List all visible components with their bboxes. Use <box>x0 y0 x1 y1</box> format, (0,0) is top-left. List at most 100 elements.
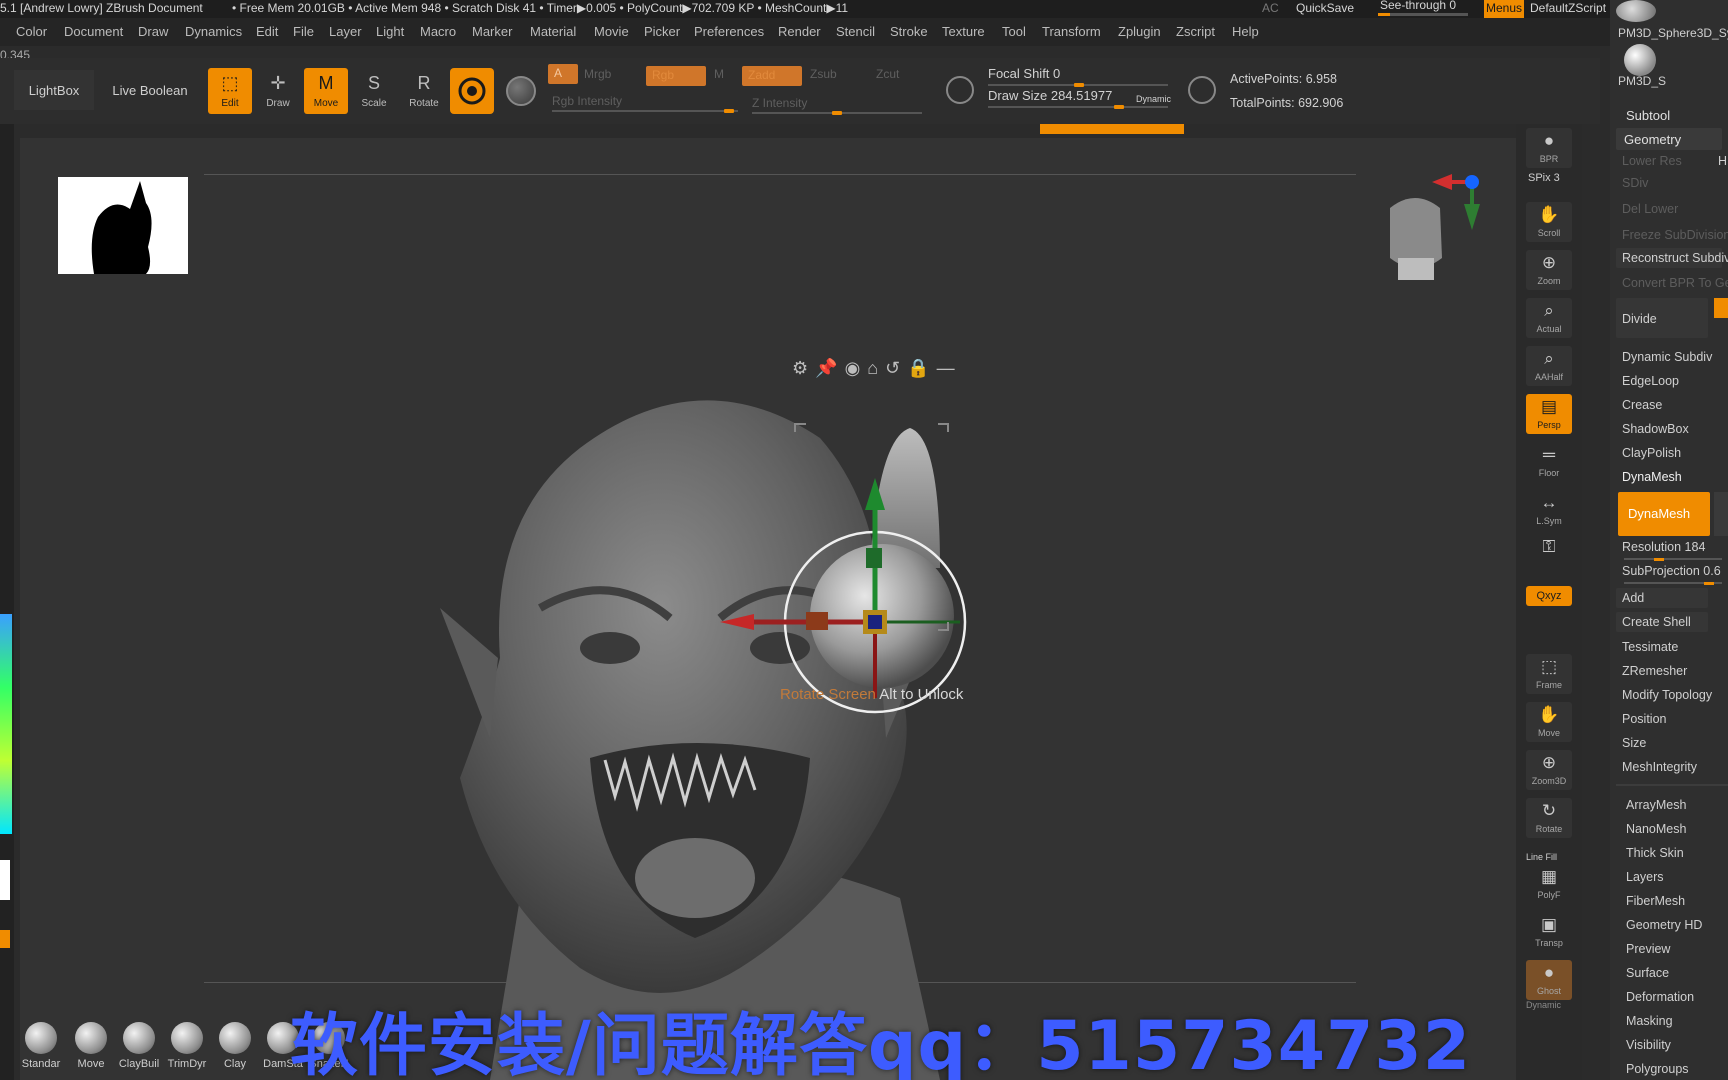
dynamesh-button[interactable]: DynaMesh <box>1618 492 1710 536</box>
dynamic-subdiv-button[interactable]: Dynamic Subdiv <box>1622 350 1712 364</box>
menu-movie[interactable]: Movie <box>594 24 629 39</box>
create-shell-button[interactable]: Create Shell <box>1622 615 1691 629</box>
gizmo-marker-icon[interactable]: ◉ <box>845 358 861 384</box>
modify-topology-section[interactable]: Modify Topology <box>1622 688 1712 702</box>
polygroups-section[interactable]: Polygroups <box>1626 1062 1689 1076</box>
left-tray[interactable] <box>0 124 14 1080</box>
transp-button[interactable]: ▣ Transp <box>1526 912 1572 952</box>
resolution-slider[interactable]: Resolution 184 <box>1622 540 1705 554</box>
dynamic-toggle[interactable]: Dynamic <box>1136 94 1171 104</box>
draw-tool-button[interactable]: ✛ Draw <box>256 68 300 114</box>
brush-trimdynamic[interactable]: TrimDyr <box>164 1022 210 1070</box>
qxyz-button[interactable]: Qxyz <box>1526 586 1572 606</box>
m-toggle[interactable]: M <box>714 67 724 81</box>
arraymesh-section[interactable]: ArrayMesh <box>1626 798 1686 812</box>
menu-light[interactable]: Light <box>376 24 404 39</box>
reconstruct-subdiv-button[interactable]: Reconstruct Subdiv <box>1622 251 1728 265</box>
gizmo-close-icon[interactable]: — <box>937 358 955 384</box>
draw-size-knob[interactable] <box>1114 105 1124 109</box>
dynamesh-section[interactable]: DynaMesh <box>1622 470 1682 484</box>
menu-file[interactable]: File <box>293 24 314 39</box>
del-lower-button[interactable]: Del Lower <box>1622 202 1678 216</box>
brush-move[interactable]: Move <box>68 1022 114 1070</box>
color-picker-strip[interactable] <box>0 614 12 834</box>
canvas-viewport[interactable]: ⚙ 📌 ◉ ⌂ ↺ 🔒 — Rotate Screen Alt to Unloc… <box>20 138 1520 1080</box>
tessimate-section[interactable]: Tessimate <box>1622 640 1678 654</box>
focal-shift-icon[interactable] <box>946 76 974 104</box>
z-intensity-knob[interactable] <box>832 111 842 115</box>
rgb-intensity-knob[interactable] <box>724 109 734 113</box>
size-section[interactable]: Size <box>1622 736 1646 750</box>
gizmo-reset-icon[interactable]: ↺ <box>885 358 900 384</box>
subtool-thumb-2[interactable] <box>1624 44 1656 76</box>
z-intensity-label[interactable]: Z Intensity <box>752 96 807 110</box>
menu-zscript[interactable]: Zscript <box>1176 24 1215 39</box>
deformation-section[interactable]: Deformation <box>1626 990 1694 1004</box>
zadd-toggle[interactable]: Zadd <box>742 66 802 86</box>
menu-dynamics[interactable]: Dynamics <box>185 24 242 39</box>
subtool-section[interactable]: Subtool <box>1626 108 1670 123</box>
ghost-button[interactable]: ● Ghost <box>1526 960 1572 1000</box>
lock-button[interactable]: ⚿ <box>1526 534 1572 574</box>
scale-tool-button[interactable]: S Scale <box>352 68 396 114</box>
rotate-view-button[interactable]: ↻ Rotate <box>1526 798 1572 838</box>
zremesher-section[interactable]: ZRemesher <box>1622 664 1687 678</box>
gizmo-pin-icon[interactable]: 📌 <box>815 358 837 384</box>
draw-size-slider[interactable] <box>988 106 1168 108</box>
shadowbox-button[interactable]: ShadowBox <box>1622 422 1689 436</box>
frame-button[interactable]: ⬚ Frame <box>1526 654 1572 694</box>
focal-shift-readout[interactable]: Focal Shift 0 <box>988 66 1060 81</box>
menu-document[interactable]: Document <box>64 24 123 39</box>
menu-texture[interactable]: Texture <box>942 24 985 39</box>
spix-readout[interactable]: SPix 3 <box>1528 172 1560 184</box>
edit-tool-button[interactable]: ⬚ Edit <box>208 68 252 114</box>
menu-stencil[interactable]: Stencil <box>836 24 875 39</box>
material-sphere-icon[interactable] <box>506 76 536 106</box>
resolution-track[interactable] <box>1624 558 1722 561</box>
add-button[interactable]: Add <box>1622 591 1644 605</box>
subtool-label-1[interactable]: PM3D_Sphere3D_Sy <box>1618 26 1728 40</box>
default-zscript-button[interactable]: DefaultZScript <box>1530 1 1606 15</box>
move-tool-button[interactable]: M Move <box>304 68 348 114</box>
gizmo-lock-icon[interactable]: 🔒 <box>907 358 929 384</box>
rgb-intensity-label[interactable]: Rgb Intensity <box>552 94 622 108</box>
move-view-button[interactable]: ✋ Move <box>1526 702 1572 742</box>
thick-skin-section[interactable]: Thick Skin <box>1626 846 1684 860</box>
rotate-tool-button[interactable]: R Rotate <box>402 68 446 114</box>
menu-stroke[interactable]: Stroke <box>890 24 928 39</box>
brush-claybuildup[interactable]: ClayBuil <box>116 1022 162 1070</box>
secondary-color-swatch[interactable] <box>0 930 10 948</box>
menu-tool[interactable]: Tool <box>1002 24 1026 39</box>
edgeloop-button[interactable]: EdgeLoop <box>1622 374 1679 388</box>
menu-layer[interactable]: Layer <box>329 24 362 39</box>
masking-section[interactable]: Masking <box>1626 1014 1673 1028</box>
menu-edit[interactable]: Edit <box>256 24 278 39</box>
menu-material[interactable]: Material <box>530 24 576 39</box>
menu-picker[interactable]: Picker <box>644 24 680 39</box>
zoom3d-button[interactable]: ⊕ Zoom3D <box>1526 750 1572 790</box>
lightbox-button[interactable]: LightBox <box>14 70 94 110</box>
nanomesh-section[interactable]: NanoMesh <box>1626 822 1686 836</box>
subprojection-slider[interactable]: SubProjection 0.6 <box>1622 564 1721 578</box>
aahalf-button[interactable]: ⌕ AAHalf <box>1526 346 1572 386</box>
higher-res-button[interactable]: H <box>1718 154 1727 168</box>
floor-button[interactable]: ═ Floor <box>1526 442 1572 482</box>
draw-size-readout[interactable]: Draw Size 284.51977 <box>988 88 1112 103</box>
scroll-button[interactable]: ✋ Scroll <box>1526 202 1572 242</box>
gizmo-toggle-button[interactable] <box>450 68 494 114</box>
sdiv-slider[interactable]: SDiv <box>1622 176 1648 190</box>
main-color-swatch[interactable] <box>0 860 10 900</box>
menu-zplugin[interactable]: Zplugin <box>1118 24 1161 39</box>
bpr-button[interactable]: ● BPR <box>1526 128 1572 168</box>
menu-marker[interactable]: Marker <box>472 24 512 39</box>
sculpt-model[interactable] <box>20 138 1520 1080</box>
menu-macro[interactable]: Macro <box>420 24 456 39</box>
dynamesh-options[interactable] <box>1714 492 1728 536</box>
visibility-section[interactable]: Visibility <box>1626 1038 1671 1052</box>
menu-render[interactable]: Render <box>778 24 821 39</box>
gizmo-home-icon[interactable]: ⌂ <box>867 358 878 384</box>
subtool-thumb-1[interactable] <box>1616 0 1656 22</box>
geometry-section[interactable]: Geometry <box>1624 132 1681 147</box>
rgb-intensity-slider[interactable] <box>552 110 738 112</box>
quicksave-button[interactable]: QuickSave <box>1296 1 1354 15</box>
